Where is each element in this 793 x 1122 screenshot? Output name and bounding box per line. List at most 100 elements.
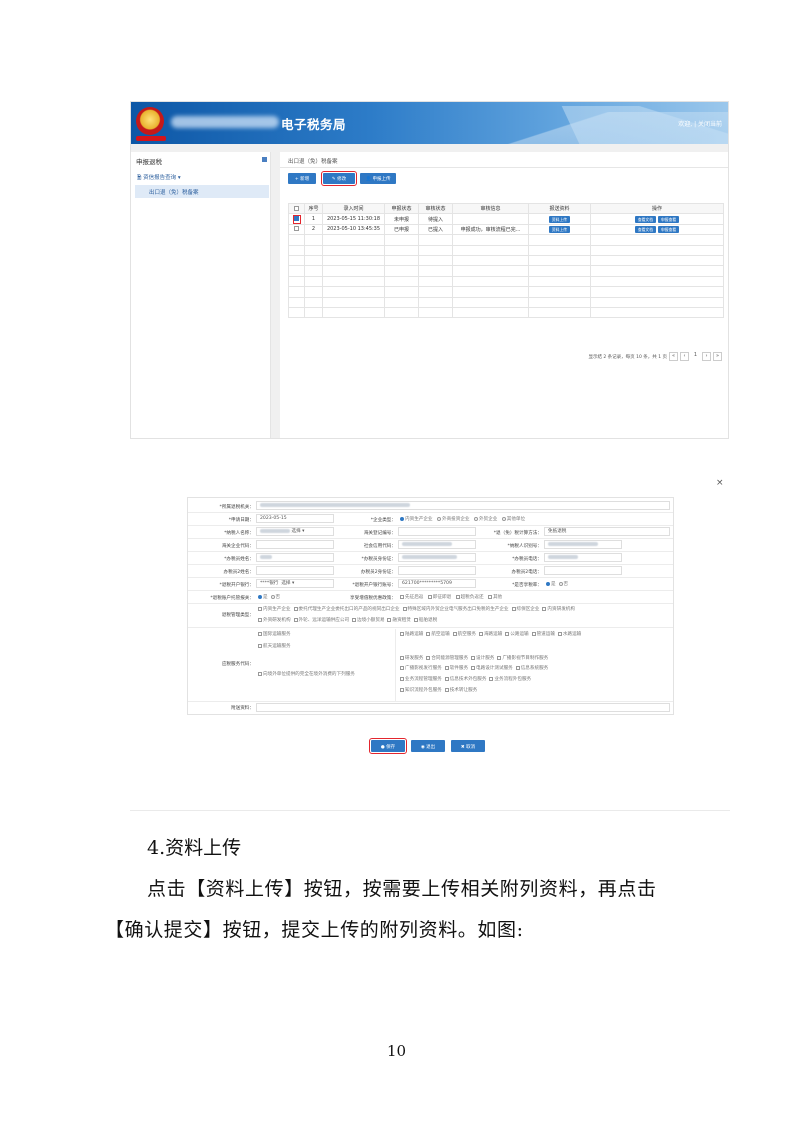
last-page-button[interactable]: »	[713, 352, 722, 361]
sidebar-group[interactable]: 🗎 资信报告查询 ▾	[137, 173, 181, 183]
exit-button[interactable]: ◉ 退出	[411, 740, 445, 752]
current-page[interactable]: 1	[691, 352, 700, 361]
checkbox-label: 先征后返	[405, 595, 424, 600]
blurred-value	[260, 502, 410, 507]
checkbox-label: 业务流程外包服务	[494, 677, 532, 682]
pagination-summary: 显示结 2 条记录，每页 10 条，共 1 页	[588, 354, 667, 360]
select-all-checkbox[interactable]	[294, 205, 299, 211]
material-upload-button[interactable]: 资料上传	[548, 215, 571, 223]
mgmt-checkbox-row-1[interactable]: 内资生产企业 委托代理生产企业委托出口的产品的视同出口企业 特殊区域内外贸企业电…	[258, 606, 575, 612]
checkbox-label: 广播影视节目制作服务	[502, 656, 549, 661]
contact-id-input[interactable]	[398, 553, 476, 562]
contact-phone-input[interactable]	[544, 553, 622, 562]
apply-date-input[interactable]: 2023-05-15	[256, 514, 334, 523]
label-account-custody: *退税账户托管报关：	[210, 596, 254, 601]
edit-button[interactable]: ✎ 修改	[321, 171, 357, 186]
label-refund-mgmt: 退税管理类型：	[221, 613, 254, 618]
user-icon: 👤	[365, 177, 373, 182]
upload-declaration-button[interactable]: 👤 申报上传	[360, 173, 396, 184]
material-upload-button[interactable]: 资料上传	[548, 225, 571, 233]
table-row[interactable]: 1 2023-05-15 11:30:18 未申报 待提入 资料上传 查看文档申…	[288, 213, 724, 225]
table-row[interactable]: 2 2023-05-10 13:45:35 已申报 已提入 申报成功，审核流程已…	[288, 223, 724, 236]
empty-row	[288, 286, 724, 298]
close-icon[interactable]: ×	[716, 478, 724, 488]
customs-code-input[interactable]	[398, 527, 476, 536]
upload-declaration-label: 申报上传	[372, 177, 391, 182]
label-ignore-rate: *是否享税率：	[512, 583, 542, 588]
first-page-button[interactable]: «	[669, 352, 678, 361]
collapse-icon[interactable]	[262, 157, 267, 162]
cancel-button[interactable]: ✖ 取消	[451, 740, 485, 752]
mgmt-checkbox-row-2[interactable]: 外资研发机构 外轮、远洋运输供应公司 边境小额贸易 融资租赁 船舶退税	[258, 617, 437, 623]
bank-account-input[interactable]: 621700*********5709	[398, 579, 476, 588]
view-doc-button[interactable]: 查看文档	[634, 215, 656, 223]
page-number: 10	[387, 1042, 407, 1060]
checkbox-label: 知识流程外包服务	[405, 688, 442, 693]
service-transport-row[interactable]: 陆路运输 航空运输 航空服务 海路运输 公路运输 管道运输 水路运输	[400, 631, 581, 637]
view-declaration-button[interactable]: 申报查看	[658, 215, 680, 223]
prev-page-button[interactable]: ‹	[680, 352, 689, 361]
contact2-id-input[interactable]	[398, 566, 476, 575]
radio-label: 外贸企业	[478, 517, 498, 522]
contact-name-input[interactable]	[256, 553, 334, 562]
row-checkbox[interactable]	[294, 226, 299, 232]
tax-office-select[interactable]	[256, 501, 670, 510]
row-select-cell[interactable]	[288, 213, 305, 225]
cell-review-status: 已提入	[418, 223, 453, 236]
service-grid-row-3[interactable]: 业务流程管理服务 信息技术外包服务 业务流程外包服务	[400, 676, 531, 682]
checkbox-label: 外资研发机构	[263, 618, 291, 623]
view-doc-button[interactable]: 查看文档	[634, 225, 656, 233]
save-button[interactable]: ● 保存	[369, 738, 407, 754]
service-grid-row-2[interactable]: 广播影视发行服务 软件服务 电路设计测试服务 信息系统服务	[400, 665, 548, 671]
view-declaration-button[interactable]: 申报查看	[658, 225, 680, 233]
sidebar-title: 申报退税	[136, 158, 162, 166]
contact2-phone-input[interactable]	[544, 566, 622, 575]
add-button[interactable]: + 新增	[288, 173, 316, 184]
select-label: 选择	[281, 581, 291, 586]
row-checkbox-checked[interactable]	[294, 216, 299, 222]
label-tax-office: *所属退税机关：	[219, 505, 254, 510]
cell-upload: 资料上传	[528, 223, 591, 236]
service-grid-row-1[interactable]: 研发服务 合同能源管理服务 设计服务 广播影视节目制作服务	[400, 655, 548, 661]
taxpayer-id-input[interactable]	[544, 540, 622, 549]
exemption-checkbox-group[interactable]: 先征后返 即征即退 超税负返还 其他	[400, 594, 502, 600]
taxpayer-name-select[interactable]: 选择 ▾	[256, 527, 334, 536]
remark-input[interactable]	[256, 703, 670, 712]
cell-time: 2023-05-10 13:45:35	[322, 223, 385, 236]
checkbox-label: 即征即退	[432, 595, 452, 600]
label-contact2-id: 办税员2身份证：	[360, 570, 396, 575]
contact2-name-input[interactable]	[256, 566, 334, 575]
empty-row	[288, 296, 724, 308]
checkbox-label: 航空服务	[457, 632, 477, 637]
checkbox-label: 水路运输	[562, 632, 582, 637]
service-grid-row-4[interactable]: 知识流程外包服务 技术转让服务	[400, 687, 477, 693]
bank-select[interactable]: ****银行 选择 ▾	[256, 579, 334, 588]
next-page-button[interactable]: ›	[702, 352, 711, 361]
breadcrumb: 出口退（免）税备案	[288, 159, 338, 165]
checkbox-label: 技术转让服务	[449, 688, 478, 693]
enterprise-type-radio-group[interactable]: 内资生产企业 外商投资企业 外贸企业 其他单位	[400, 516, 525, 522]
radio-label: 否	[563, 582, 569, 587]
credit-code-input[interactable]	[398, 540, 476, 549]
checkbox-label: 特殊区域内外贸企业电气服务出口免税的生产企业	[407, 607, 509, 612]
row-select-cell[interactable]	[288, 223, 305, 236]
checkbox-label: 船舶退税	[418, 618, 438, 623]
label-remark: 附送资料：	[231, 706, 254, 711]
sidebar-item-export-refund[interactable]: 出口退（免）税备案	[135, 185, 269, 198]
refund-method-select[interactable]: 免抵退税	[544, 527, 670, 536]
custody-radio-group[interactable]: 是 否	[258, 594, 280, 600]
paragraph-line-2: 【确认提交】按钮，提交上传的附列资料。如图:	[105, 919, 524, 941]
label-contact2-name: 办税员2姓名：	[223, 570, 255, 575]
select-all-cell[interactable]	[288, 202, 305, 215]
main-content: 出口退（免）税备案 + 新增 ✎ 修改 👤 申报上传 序号 录入时间 申报状态 …	[280, 152, 728, 438]
rate-radio-group[interactable]: 是 否	[546, 581, 568, 587]
checkbox-label: 电路设计测试服务	[476, 666, 513, 671]
screenshot-declaration-list: 电子税务局 欢迎, | 关闭当前 申报退税 🗎 资信报告查询 ▾ 出口退（免）税…	[130, 101, 729, 439]
biz-code-input[interactable]	[256, 540, 334, 549]
table-header-row: 序号 录入时间 申报状态 审核状态 审核信息 报送资料 操作	[288, 202, 724, 215]
header-links[interactable]: 欢迎, | 关闭当前	[678, 119, 722, 128]
cancel-button-label: 取消	[466, 744, 476, 750]
checkbox-label: 外轮、远洋运输供应公司	[298, 618, 350, 623]
label-taxpayer-name: *纳税人名称：	[224, 531, 254, 536]
empty-row	[288, 244, 724, 256]
